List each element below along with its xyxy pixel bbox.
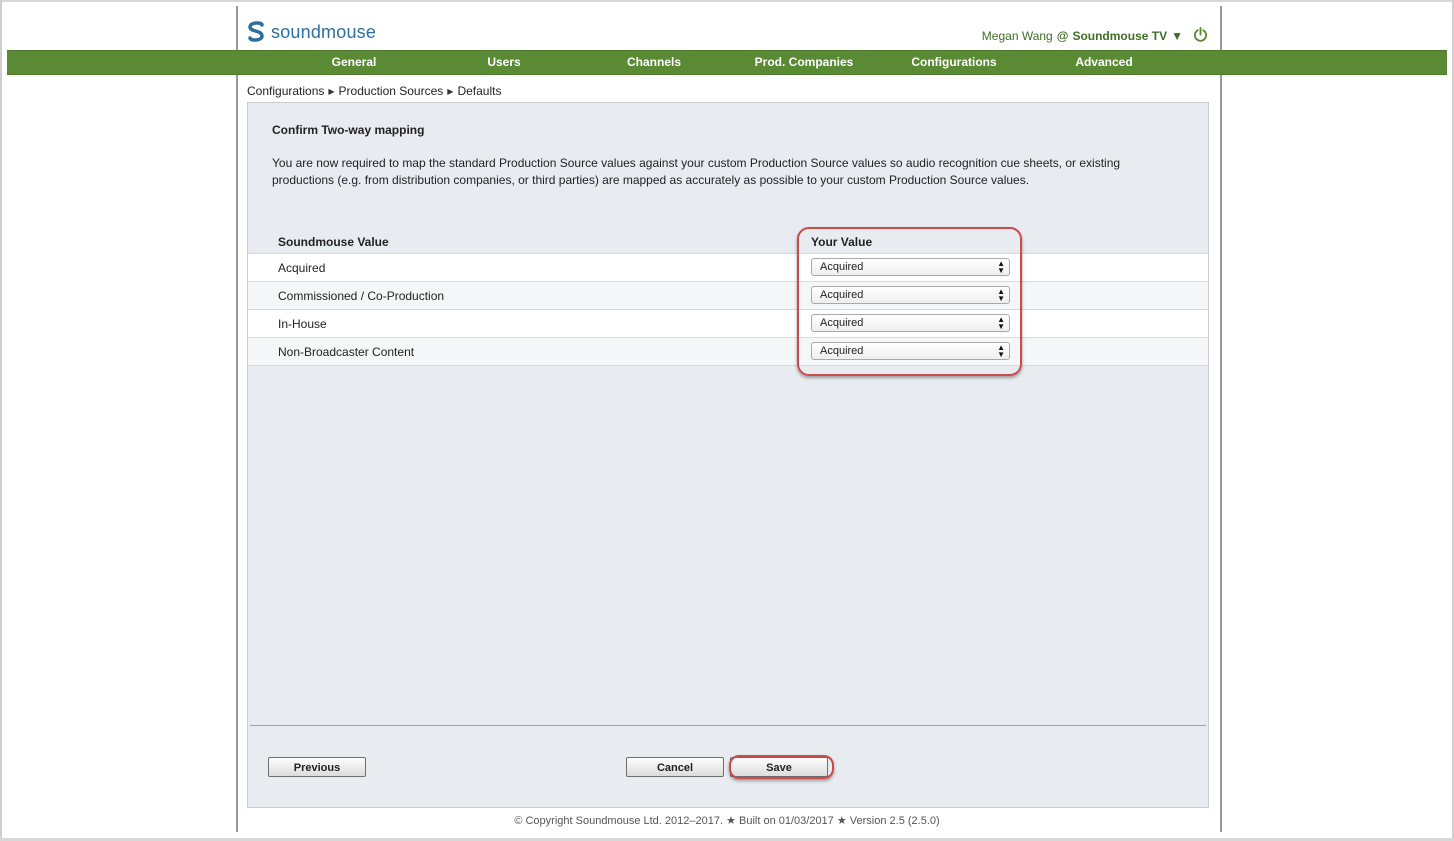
panel-divider (250, 725, 1206, 726)
user-menu[interactable]: Megan Wang @ Soundmouse TV ▼ (982, 27, 1208, 45)
org-dropdown-icon[interactable]: ▼ (1171, 29, 1183, 43)
window-border-top (0, 0, 1454, 2)
row-label: Commissioned / Co-Production (278, 289, 445, 303)
footer-copyright: © Copyright Soundmouse Ltd. 2012–2017. ★… (514, 815, 940, 827)
table-row: Non-Broadcaster Content Acquired ▲ ▼ (248, 337, 1208, 366)
panel-description: You are now required to map the standard… (272, 156, 1121, 187)
nav-prod-companies[interactable]: Prod. Companies (729, 51, 879, 74)
save-highlight (729, 755, 834, 779)
table-row: Acquired Acquired ▲ ▼ (248, 253, 1208, 281)
row-label: Acquired (278, 261, 326, 275)
breadcrumb-configurations[interactable]: Configurations (247, 84, 324, 98)
main-nav: General Users Channels Prod. Companies C… (279, 51, 1179, 74)
logo-text: soundmouse (271, 21, 377, 42)
table-row: In-House Acquired ▲ ▼ (248, 309, 1208, 337)
mapping-panel: Confirm Two-way mapping You are now requ… (247, 102, 1209, 808)
breadcrumb-arrow-icon: ▶ (447, 86, 454, 96)
table-row: Commissioned / Co-Production Acquired ▲ ▼ (248, 281, 1208, 309)
nav-configurations[interactable]: Configurations (879, 51, 1029, 74)
row-label: Non-Broadcaster Content (278, 345, 415, 359)
panel-title: Confirm Two-way mapping (272, 123, 425, 137)
nav-channels[interactable]: Channels (579, 51, 729, 74)
nav-general[interactable]: General (279, 51, 429, 74)
cancel-button[interactable]: Cancel (626, 757, 724, 777)
previous-button[interactable]: Previous (268, 757, 366, 777)
soundmouse-logo-icon (248, 21, 264, 42)
nav-advanced[interactable]: Advanced (1029, 51, 1179, 74)
your-value-highlight (797, 227, 1022, 376)
mapping-table: Acquired Acquired ▲ ▼ Commissioned / Co-P… (248, 253, 1208, 366)
row-label: In-House (278, 317, 327, 331)
breadcrumb-arrow-icon: ▶ (328, 86, 335, 96)
organization-name[interactable]: Soundmouse TV (1072, 29, 1167, 43)
at-sign: @ (1056, 29, 1069, 43)
column-header-soundmouse-value: Soundmouse Value (278, 235, 389, 249)
breadcrumb-defaults: Defaults (457, 84, 502, 98)
logo[interactable]: soundmouse (247, 20, 376, 44)
breadcrumb-production-sources[interactable]: Production Sources (339, 84, 444, 98)
power-icon[interactable] (1193, 27, 1208, 45)
user-name: Megan Wang (981, 29, 1053, 43)
breadcrumb: Configurations ▶ Production Sources ▶ De… (247, 84, 501, 98)
window-border-left (0, 0, 2, 841)
nav-users[interactable]: Users (429, 51, 579, 74)
